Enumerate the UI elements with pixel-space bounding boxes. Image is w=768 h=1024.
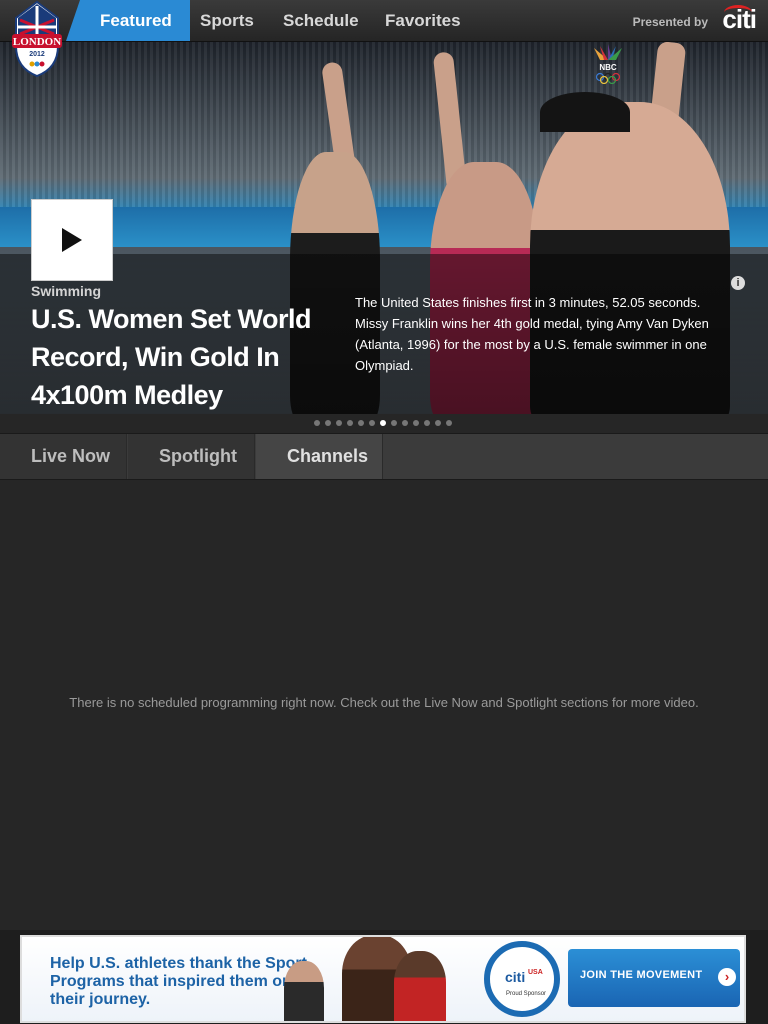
ad-headline: Help U.S. athletes thank the Sport Progr… [50, 955, 307, 1008]
tab-live-now[interactable]: Live Now [0, 434, 127, 479]
pager-dot[interactable] [446, 420, 452, 426]
tab-spotlight-label: Spotlight [159, 446, 237, 466]
athlete-image [284, 961, 324, 1021]
tab-channels[interactable]: Channels [256, 434, 383, 479]
pager-dot[interactable] [435, 420, 441, 426]
badge-brand: citi [505, 969, 526, 985]
info-icon[interactable]: i [731, 276, 745, 290]
pager-dot[interactable] [358, 420, 364, 426]
badge-partner: USA [528, 969, 543, 976]
tab-schedule[interactable]: Schedule [283, 0, 359, 41]
london-2012-logo: LONDON 2012 [8, 0, 66, 78]
sponsor-badge: citi USA Proud Sponsor [484, 941, 560, 1017]
logo-text: LONDON [13, 36, 61, 48]
featured-hero[interactable]: NBC Swimming U.S. Women Set World Record… [0, 42, 768, 414]
hero-description: The United States finishes first in 3 mi… [355, 295, 709, 373]
pager-dot[interactable] [380, 420, 386, 426]
svg-text:NBC: NBC [599, 63, 617, 72]
pager-dot[interactable] [347, 420, 353, 426]
logo-year: 2012 [29, 51, 45, 58]
tab-channels-label: Channels [287, 446, 369, 466]
section-tabs: Live Now Spotlight Channels [0, 433, 768, 480]
tab-spotlight[interactable]: Spotlight [128, 434, 255, 479]
nbc-peacock-icon: NBC [590, 44, 626, 85]
play-icon [62, 228, 82, 252]
tab-featured-label: Featured [100, 11, 172, 30]
ad-area: Help U.S. athletes thank the Sport Progr… [0, 930, 768, 1024]
hero-headline[interactable]: U.S. Women Set World Record, Win Gold In… [31, 300, 341, 414]
pager-dot[interactable] [314, 420, 320, 426]
pager-dot[interactable] [336, 420, 342, 426]
badge-subtitle: Proud Sponsor [506, 991, 547, 997]
chevron-right-icon: › [718, 968, 736, 986]
pager-dot[interactable] [424, 420, 430, 426]
join-movement-button[interactable]: JOIN THE MOVEMENT › [568, 949, 740, 1007]
athlete-image [394, 951, 446, 1021]
top-nav-bar: Featured Sports Schedule Favorites Prese… [0, 0, 768, 42]
pager-dot[interactable] [402, 420, 408, 426]
swim-cap [540, 92, 630, 132]
tab-favorites[interactable]: Favorites [385, 0, 461, 41]
pager-dot[interactable] [413, 420, 419, 426]
play-button[interactable] [31, 199, 113, 281]
tab-sports[interactable]: Sports [200, 0, 254, 41]
tab-live-now-label: Live Now [31, 446, 111, 466]
empty-state-message: There is no scheduled programming right … [69, 695, 699, 710]
presented-by-label: Presented by [632, 15, 708, 29]
ad-banner[interactable]: Help U.S. athletes thank the Sport Progr… [20, 935, 746, 1023]
pager-dot[interactable] [325, 420, 331, 426]
sponsor-logo: citi [722, 4, 757, 34]
pager-dot[interactable] [369, 420, 375, 426]
tab-featured[interactable]: Featured [66, 0, 190, 41]
carousel-pager[interactable] [314, 420, 457, 428]
pager-dot[interactable] [391, 420, 397, 426]
hero-category: Swimming [31, 283, 102, 299]
cta-label: JOIN THE MOVEMENT [580, 969, 703, 981]
